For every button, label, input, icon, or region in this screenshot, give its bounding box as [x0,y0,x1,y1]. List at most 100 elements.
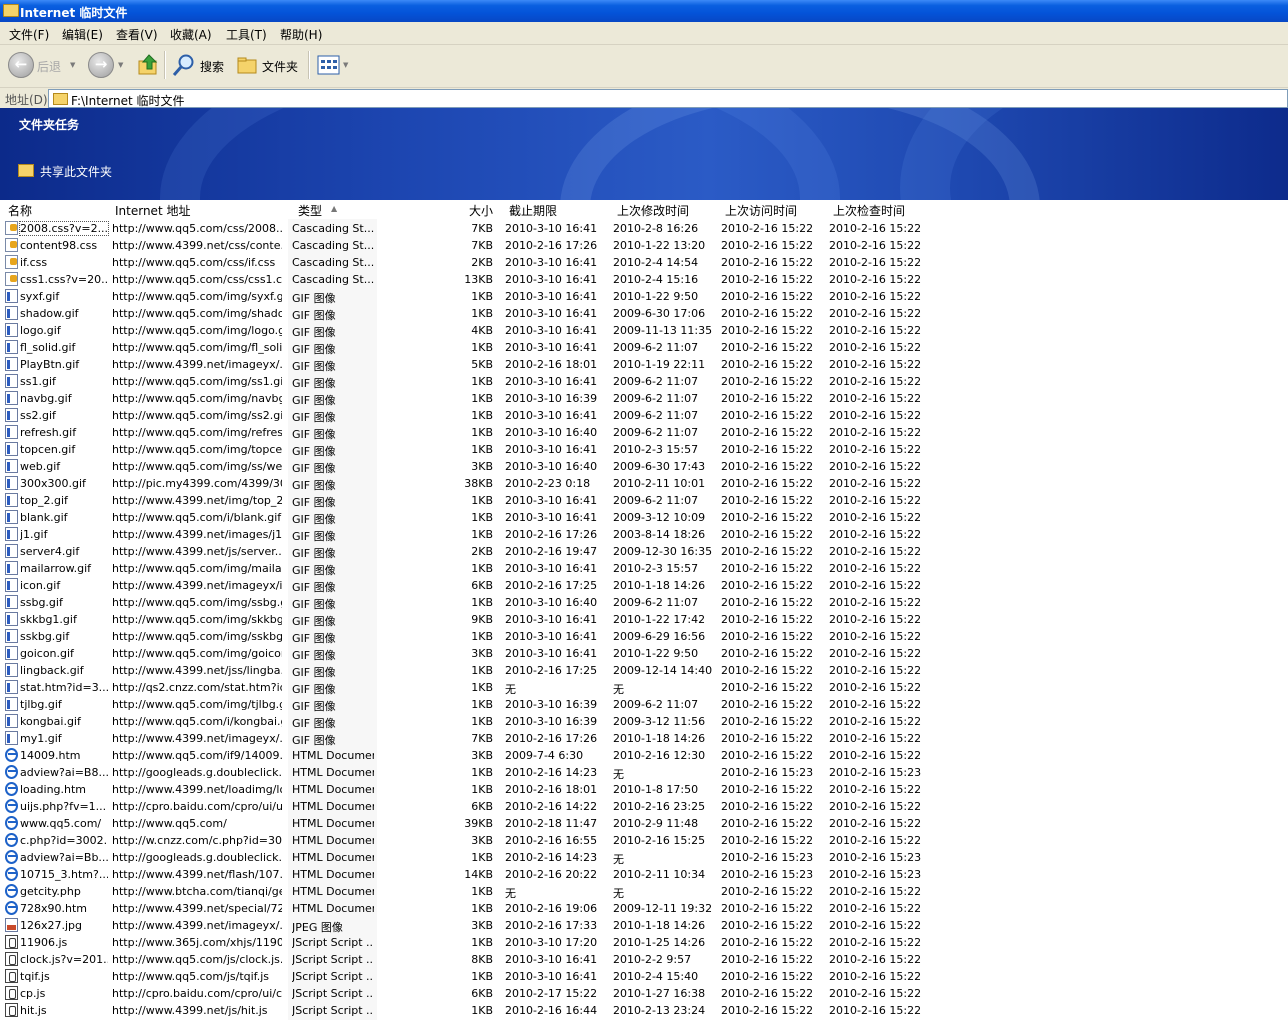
file-row[interactable]: shadow.gif http://www.qq5.com/img/shado..… [0,305,1288,322]
file-type: GIF 图像 [292,632,336,645]
file-expires: 2010-3-10 16:41 [505,494,598,507]
file-row[interactable]: clock.js?v=201... http://www.qq5.com/js/c… [0,951,1288,968]
file-address: http://www.qq5.com/ [112,817,227,830]
column-header-modified[interactable]: 上次修改时间 [617,202,689,219]
file-name: logo.gif [20,324,61,337]
column-header-expires[interactable]: 截止期限 [509,202,557,219]
file-row[interactable]: ss2.gif http://www.qq5.com/img/ss2.gif GIF… [0,407,1288,424]
file-row[interactable]: 300x300.gif http://pic.my4399.com/4399/30… [0,475,1288,492]
file-size: 8KB [471,953,493,966]
folder-icon [53,93,68,105]
back-button[interactable]: ← 后退 ▼ [6,51,82,79]
file-row[interactable]: 126x27.jpg http://www.4399.net/imageyx/..… [0,917,1288,934]
search-button[interactable]: 搜索 [170,51,228,79]
menu-file[interactable]: 文件(F) [9,26,49,43]
file-type: GIF 图像 [292,496,336,509]
file-row[interactable]: top_2.gif http://www.4399.net/img/top_2..… [0,492,1288,509]
file-row[interactable]: 2008.css?v=2... http://www.qq5.com/css/20… [0,220,1288,237]
file-modified: 无 [613,768,624,781]
file-row[interactable]: tjlbg.gif http://www.qq5.com/img/tjlbg.gi… [0,696,1288,713]
file-row[interactable]: lingback.gif http://www.4399.net/jss/ling… [0,662,1288,679]
file-row[interactable]: www.qq5.com/http://www.qq5.com/HTML Docu… [0,815,1288,832]
file-type: GIF 图像 [292,581,336,594]
file-row[interactable]: if.css http://www.qq5.com/css/if.css Casca… [0,254,1288,271]
file-row[interactable]: server4.gif http://www.4399.net/js/server… [0,543,1288,560]
file-row[interactable]: syxf.gif http://www.qq5.com/img/syxf.gif G… [0,288,1288,305]
js-file-icon [5,969,18,983]
file-row[interactable]: 10715_3.htm?... http://www.4399.net/flash… [0,866,1288,883]
file-size: 2KB [471,256,493,269]
file-expires: 2010-2-16 14:23 [505,766,598,779]
file-accessed: 2010-2-16 15:22 [721,902,814,915]
file-row[interactable]: icon.gif http://www.4399.net/imageyx/i...… [0,577,1288,594]
file-row[interactable]: uijs.php?fv=1... http://cpro.baidu.com/cp… [0,798,1288,815]
file-row[interactable]: goicon.gif http://www.qq5.com/img/goicon.… [0,645,1288,662]
file-row[interactable]: tqif.js http://www.qq5.com/js/tqif.js JScr… [0,968,1288,985]
file-row[interactable]: 11906.js http://www.365j.com/xhjs/1190...… [0,934,1288,951]
file-accessed: 2010-2-16 15:22 [721,375,814,388]
file-address: http://www.4399.net/images/j1... [112,528,282,541]
menu-tools[interactable]: 工具(T) [226,26,267,43]
file-row[interactable]: stat.htm?id=3... http://qs2.cnzz.com/stat… [0,679,1288,696]
file-row[interactable]: skkbg1.gif http://www.qq5.com/img/skkbg..… [0,611,1288,628]
file-row[interactable]: adview?ai=Bb... http://googleads.g.double… [0,849,1288,866]
file-size: 4KB [471,324,493,337]
file-row[interactable]: blank.gif http://www.qq5.com/i/blank.gif G… [0,509,1288,526]
menu-favorites[interactable]: 收藏(A) [170,26,212,43]
file-row[interactable]: kongbai.gif http://www.qq5.com/i/kongbai.… [0,713,1288,730]
file-row[interactable]: my1.gif http://www.4399.net/imageyx/... GI… [0,730,1288,747]
file-name: getcity.php [20,885,81,898]
folders-button[interactable]: 文件夹 [234,51,304,79]
file-checked: 2010-2-16 15:23 [829,766,922,779]
views-button[interactable]: ▼ [314,51,352,79]
file-modified: 2010-1-22 17:42 [613,613,706,626]
file-modified: 2010-2-4 15:40 [613,970,699,983]
forward-button[interactable]: → ▼ [86,51,130,79]
file-row[interactable]: web.gif http://www.qq5.com/img/ss/we... GI… [0,458,1288,475]
file-row[interactable]: adview?ai=B8... http://googleads.g.double… [0,764,1288,781]
file-size: 1KB [471,715,493,728]
file-row[interactable]: fl_solid.gif http://www.qq5.com/img/fl_so… [0,339,1288,356]
file-size: 9KB [471,613,493,626]
file-name: top_2.gif [20,494,68,507]
file-name: my1.gif [20,732,62,745]
column-header-accessed[interactable]: 上次访问时间 [725,202,797,219]
file-row[interactable]: c.php?id=3002... http://w.cnzz.com/c.php?… [0,832,1288,849]
file-row[interactable]: navbg.gif http://www.qq5.com/img/navbg...… [0,390,1288,407]
address-input[interactable]: F:\Internet 临时文件 [48,89,1288,108]
file-type: GIF 图像 [292,598,336,611]
file-row[interactable]: j1.gif http://www.4399.net/images/j1... GI… [0,526,1288,543]
column-header-checked[interactable]: 上次检查时间 [833,202,905,219]
column-header-type[interactable]: 类型 [298,202,322,219]
column-header-name[interactable]: 名称 [8,202,32,219]
file-expires: 2010-3-10 16:41 [505,409,598,422]
file-row[interactable]: 728x90.htm http://www.4399.net/special/72… [0,900,1288,917]
htm-file-icon [5,833,18,847]
column-header-size[interactable]: 大小 [469,202,493,219]
file-row[interactable]: PlayBtn.gif http://www.4399.net/imageyx/.… [0,356,1288,373]
file-row[interactable]: ss1.gif http://www.qq5.com/img/ss1.gif GIF… [0,373,1288,390]
file-row[interactable]: topcen.gif http://www.qq5.com/img/topce..… [0,441,1288,458]
file-row[interactable]: 14009.htm http://www.qq5.com/if9/14009...… [0,747,1288,764]
file-row[interactable]: loading.htm http://www.4399.net/loadimg/l… [0,781,1288,798]
share-folder-link[interactable]: 共享此文件夹 [40,163,112,180]
up-folder-button[interactable] [134,51,162,79]
file-row[interactable]: css1.css?v=20... http://www.qq5.com/css/c… [0,271,1288,288]
menu-view[interactable]: 查看(V) [116,26,158,43]
file-row[interactable]: content98.css http://www.4399.net/css/con… [0,237,1288,254]
file-row[interactable]: getcity.php http://www.btcha.com/tianqi/g… [0,883,1288,900]
file-expires: 2010-3-10 16:41 [505,443,598,456]
menu-edit[interactable]: 编辑(E) [62,26,103,43]
file-row[interactable]: refresh.gif http://www.qq5.com/img/refres… [0,424,1288,441]
file-row[interactable]: hit.js http://www.4399.net/js/hit.js JScri… [0,1002,1288,1019]
file-expires: 2010-3-10 16:41 [505,970,598,983]
file-row[interactable]: mailarrow.gif http://www.qq5.com/img/mail… [0,560,1288,577]
file-row[interactable]: ssbg.gif http://www.qq5.com/img/ssbg.gif G… [0,594,1288,611]
file-address: http://www.qq5.com/img/topce... [112,443,282,456]
htm-file-icon [5,748,18,762]
column-header-address[interactable]: Internet 地址 [115,202,190,219]
file-row[interactable]: logo.gif http://www.qq5.com/img/logo.gif G… [0,322,1288,339]
file-row[interactable]: sskbg.gif http://www.qq5.com/img/sskbg.gi… [0,628,1288,645]
menu-help[interactable]: 帮助(H) [280,26,322,43]
file-row[interactable]: cp.js http://cpro.baidu.com/cpro/ui/c... J… [0,985,1288,1002]
